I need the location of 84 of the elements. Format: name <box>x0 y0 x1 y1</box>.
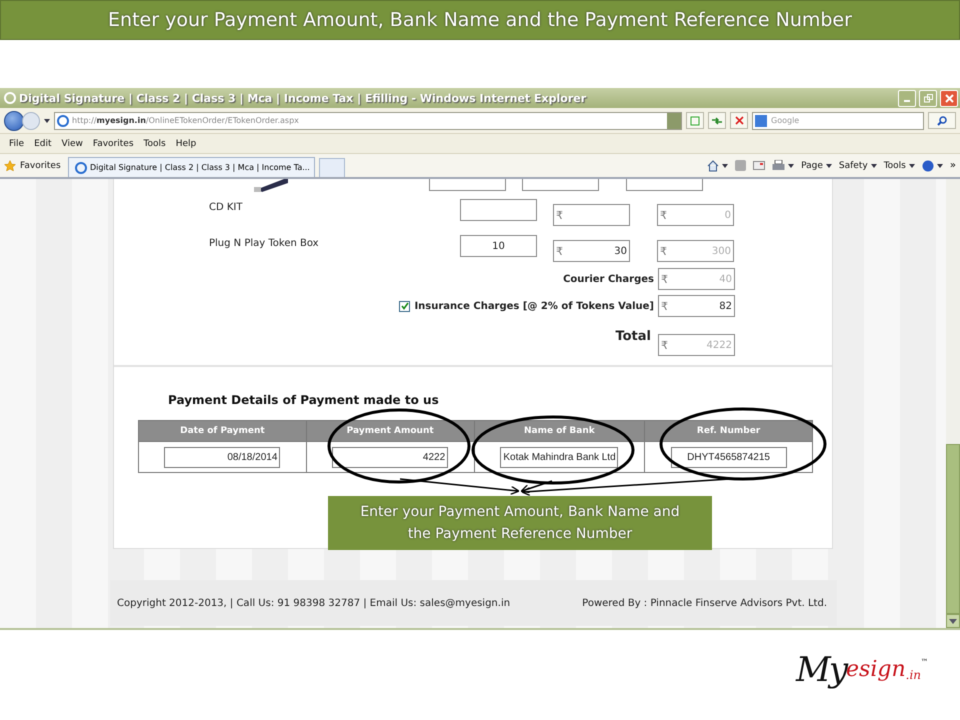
stop-icon <box>734 116 744 125</box>
scroll-down-button[interactable] <box>946 614 960 628</box>
caret-icon <box>826 164 832 168</box>
mail-button[interactable] <box>753 161 766 170</box>
caret-icon <box>44 118 50 122</box>
more-commands-chevron[interactable]: » <box>950 160 956 170</box>
menu-item[interactable]: View <box>56 138 88 148</box>
usb-token-drawing <box>254 179 288 195</box>
input-field[interactable]: Kotak Mahindra Bank Ltd <box>500 446 618 468</box>
quantity-field[interactable]: 10 <box>460 235 537 257</box>
browser-logo-icon <box>4 92 16 104</box>
input-field[interactable]: 08/18/2014 <box>164 446 280 468</box>
minimize-button[interactable] <box>898 90 916 106</box>
charge-label: Insurance Charges [@ 2% of Tokens Value] <box>414 300 654 312</box>
menu-item[interactable]: Help <box>170 138 202 148</box>
amount-field[interactable]: ₹ 82 <box>658 295 735 317</box>
restore-icon <box>924 94 932 102</box>
help-icon <box>922 160 934 172</box>
menu-item[interactable]: Tools <box>138 138 171 148</box>
search-provider-icon <box>755 114 767 126</box>
total-field: ₹ 4222 <box>658 334 735 356</box>
quantity-field[interactable] <box>460 199 537 221</box>
print-button[interactable] <box>772 160 794 171</box>
back-button[interactable] <box>4 110 24 130</box>
command-menu-button[interactable]: Page <box>801 160 832 170</box>
input-field[interactable]: 4222 <box>332 446 448 468</box>
amount-field: ₹ 0 <box>657 204 734 226</box>
total-label: Total <box>615 329 651 344</box>
menu-item[interactable]: Edit <box>29 138 56 148</box>
compatibility-view-button[interactable] <box>686 112 704 129</box>
home-icon <box>707 160 720 172</box>
print-icon <box>772 160 786 171</box>
command-menu-button[interactable]: Tools <box>884 160 915 170</box>
stop-button[interactable] <box>730 112 748 129</box>
copyright-text: Copyright 2012-2013, | Call Us: 91 98398 32787 | Email Us: sales@myesign.in <box>117 598 510 608</box>
column-header: Ref. Number <box>644 420 812 442</box>
search-button[interactable] <box>928 112 956 129</box>
amount-field: ₹ 300 <box>657 240 734 262</box>
window-title: Digital Signature | Class 2 | Class 3 | Mca | Income Tax | Efilling - Windows Internet Explorer <box>19 92 588 104</box>
input-field[interactable]: DHYT4565874215 <box>670 446 787 468</box>
menu-item[interactable]: File <box>4 138 30 148</box>
caret-icon <box>936 164 943 168</box>
caret-icon <box>788 164 794 168</box>
menu-item[interactable]: Favorites <box>88 138 139 148</box>
callout-text: the Payment Reference Number <box>406 525 634 544</box>
section-title: Payment Details of Payment made to us <box>168 393 440 407</box>
command-menu-button[interactable]: Safety <box>838 160 877 170</box>
restore-button[interactable] <box>919 90 937 106</box>
caret-icon <box>908 164 915 168</box>
amount-field: ₹ 40 <box>658 268 735 290</box>
refresh-icon <box>711 116 723 126</box>
charge-label: Courier Charges <box>563 274 654 284</box>
favorites-button[interactable]: Favorites <box>4 160 64 172</box>
caret-icon <box>722 164 728 168</box>
page-icon <box>75 162 87 174</box>
browser-tab[interactable]: Digital Signature | Class 2 | Class 3 | Mca | Income Ta... <box>68 157 315 177</box>
mail-icon <box>753 161 766 170</box>
product-name: Plug N Play Token Box <box>209 237 320 249</box>
caret-icon <box>870 164 877 168</box>
search-placeholder: Google <box>771 116 800 125</box>
address-field[interactable]: http://myesign.in/OnlineETokenOrder/ETokenOrder.aspx <box>54 112 682 130</box>
refresh-button[interactable] <box>708 112 726 129</box>
home-button[interactable] <box>707 160 728 172</box>
column-header: Payment Amount <box>306 420 474 442</box>
page-icon <box>57 114 69 126</box>
powered-by-text: Powered By : Pinnacle Finserve Advisors Pvt. Ltd. <box>582 598 827 608</box>
search-icon <box>937 116 947 126</box>
star-icon <box>4 160 16 172</box>
url-text: http://myesign.in/OnlineETokenOrder/ETokenOrder.aspx <box>72 116 299 125</box>
close-icon <box>944 94 954 102</box>
column-header: Date of Payment <box>138 420 306 442</box>
scrollbar-thumb[interactable] <box>946 444 960 614</box>
compatibility-view-icon <box>690 116 700 126</box>
column-header: Name of Bank <box>474 420 645 442</box>
close-button[interactable] <box>940 90 958 106</box>
product-name: CD KIT <box>209 201 244 213</box>
help-button[interactable] <box>922 160 943 172</box>
callout-text: Enter your Payment Amount, Bank Name and <box>359 503 681 522</box>
scroll-down-icon <box>949 618 957 624</box>
checkbox[interactable] <box>399 300 410 312</box>
price-field[interactable]: ₹ 30 <box>553 240 630 262</box>
price-field[interactable]: ₹ <box>553 204 630 226</box>
slide-banner: Enter your Payment Amount, Bank Name and the Payment Reference Number <box>0 0 960 40</box>
scrollbar[interactable] <box>946 179 960 628</box>
